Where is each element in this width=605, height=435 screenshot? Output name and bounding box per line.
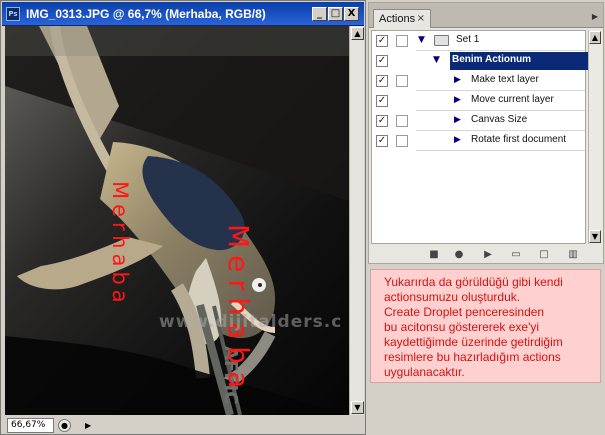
actions-toolbar: ■ ● ▶ ▭ □ ▥	[369, 247, 603, 264]
action-set-label: Set 1	[456, 34, 480, 45]
scroll-down-arrow-icon[interactable]: ▼	[351, 401, 364, 414]
document-status-bar: 66,67% ● ▶	[5, 417, 364, 434]
stop-icon[interactable]: ■	[426, 248, 442, 263]
step-expand-arrow-icon[interactable]: ▶	[454, 135, 461, 145]
expand-action-arrow-icon[interactable]: ▼	[433, 55, 440, 65]
actions-tab[interactable]: Actions ×	[373, 9, 431, 28]
play-icon[interactable]: ▶	[480, 248, 496, 263]
document-window: Ps IMG_0313.JPG @ 66,7% (Merhaba, RGB/8)…	[0, 0, 366, 435]
red-rotated-text-right: Merhaba	[222, 224, 255, 395]
action-set-row[interactable]: ✓ ▼ Set 1	[372, 31, 585, 51]
step-checkbox[interactable]: ✓	[376, 75, 388, 87]
actions-list[interactable]: ✓ ▼ Set 1 ✓ ▼ Benim Actionum ✓ ▶ Make te…	[371, 30, 589, 244]
photoshop-document-icon: Ps	[6, 7, 20, 21]
step-expand-arrow-icon[interactable]: ▶	[454, 95, 461, 105]
zoom-field[interactable]: 66,67%	[7, 418, 54, 433]
step-checkbox[interactable]: ✓	[376, 135, 388, 147]
monkey-photo: AFFIC Merhaba Merhaba	[5, 26, 349, 415]
watermark: www.dijitalders.c	[159, 312, 343, 332]
set-checkbox[interactable]: ✓	[376, 35, 388, 47]
document-vertical-scrollbar[interactable]: ▲ ▼	[349, 26, 364, 415]
maximize-button[interactable]: □	[328, 7, 343, 21]
action-step-row[interactable]: ✓ ▶ Rotate first document	[372, 131, 585, 151]
navigator-icon[interactable]: ●	[58, 419, 71, 432]
step-expand-arrow-icon[interactable]: ▶	[454, 75, 461, 85]
selected-action-row[interactable]: ✓ ▼ Benim Actionum	[372, 51, 589, 71]
record-icon[interactable]: ●	[451, 248, 467, 263]
explanation-note: Yukarırda da görüldüğü gibi kendi action…	[370, 269, 601, 383]
action-step-label: Rotate first document	[471, 134, 567, 145]
step-dialog-toggle[interactable]	[396, 115, 408, 127]
step-expand-arrow-icon[interactable]: ▶	[454, 115, 461, 125]
close-actions-tab-icon[interactable]: ×	[417, 13, 425, 24]
note-line-1: Yukarırda da görüldüğü gibi kendi	[384, 275, 563, 289]
row-divider	[416, 150, 585, 151]
action-step-label: Move current layer	[471, 94, 554, 105]
step-checkbox[interactable]: ✓	[376, 115, 388, 127]
set-dialog-toggle[interactable]	[396, 35, 408, 47]
note-line-6: resimlere bu hazırladığım actions	[384, 350, 561, 364]
close-button[interactable]: X	[344, 7, 359, 21]
note-line-5: kaydettiğimde üzerinde getirdiğim	[384, 335, 563, 349]
delete-icon[interactable]: ▥	[565, 248, 581, 263]
status-menu-arrow-icon[interactable]: ▶	[85, 421, 91, 430]
panel-menu-icon[interactable]: ▶	[592, 12, 598, 21]
scroll-up-arrow-icon[interactable]: ▲	[351, 27, 364, 40]
action-step-row[interactable]: ✓ ▶ Move current layer	[372, 91, 585, 111]
note-line-4: bu acitonsu göstererek exe'yi	[384, 320, 540, 334]
red-rotated-text-left: Merhaba	[108, 181, 132, 308]
action-checkbox[interactable]: ✓	[376, 55, 388, 67]
actions-tab-label: Actions	[379, 13, 416, 25]
selected-action-label: Benim Actionum	[452, 54, 532, 65]
expand-set-arrow-icon[interactable]: ▼	[418, 35, 425, 45]
note-line-7: uygulanacaktır.	[384, 365, 465, 379]
action-step-label: Make text layer	[471, 74, 539, 85]
action-step-row[interactable]: ✓ ▶ Make text layer	[372, 71, 585, 91]
step-checkbox[interactable]: ✓	[376, 95, 388, 107]
step-dialog-toggle[interactable]	[396, 75, 408, 87]
minimize-button[interactable]: _	[312, 7, 327, 21]
actions-scroll-up-arrow-icon[interactable]: ▲	[589, 31, 601, 44]
document-title: IMG_0313.JPG @ 66,7% (Merhaba, RGB/8)	[26, 7, 266, 21]
action-step-row[interactable]: ✓ ▶ Canvas Size	[372, 111, 585, 131]
image-canvas[interactable]: AFFIC Merhaba Merhaba www.dijitalders.c	[5, 26, 349, 415]
note-line-2: actionsumuzu oluşturduk.	[384, 290, 521, 304]
actions-scroll-down-arrow-icon[interactable]: ▼	[589, 230, 601, 243]
new-set-folder-icon[interactable]: ▭	[508, 248, 524, 263]
new-action-icon[interactable]: □	[536, 248, 552, 263]
actions-tab-strip: Actions × ▶	[369, 3, 603, 28]
note-line-3: Create Droplet penceresinden	[384, 305, 545, 319]
step-dialog-toggle[interactable]	[396, 135, 408, 147]
actions-panel: Actions × ▶ ✓ ▼ Set 1 ✓ ▼ Benim Actionum…	[368, 2, 604, 264]
folder-icon	[434, 35, 449, 46]
document-title-bar[interactable]: Ps IMG_0313.JPG @ 66,7% (Merhaba, RGB/8)…	[2, 2, 364, 26]
action-step-label: Canvas Size	[471, 114, 528, 125]
actions-vertical-scrollbar[interactable]: ▲ ▼	[588, 30, 602, 244]
